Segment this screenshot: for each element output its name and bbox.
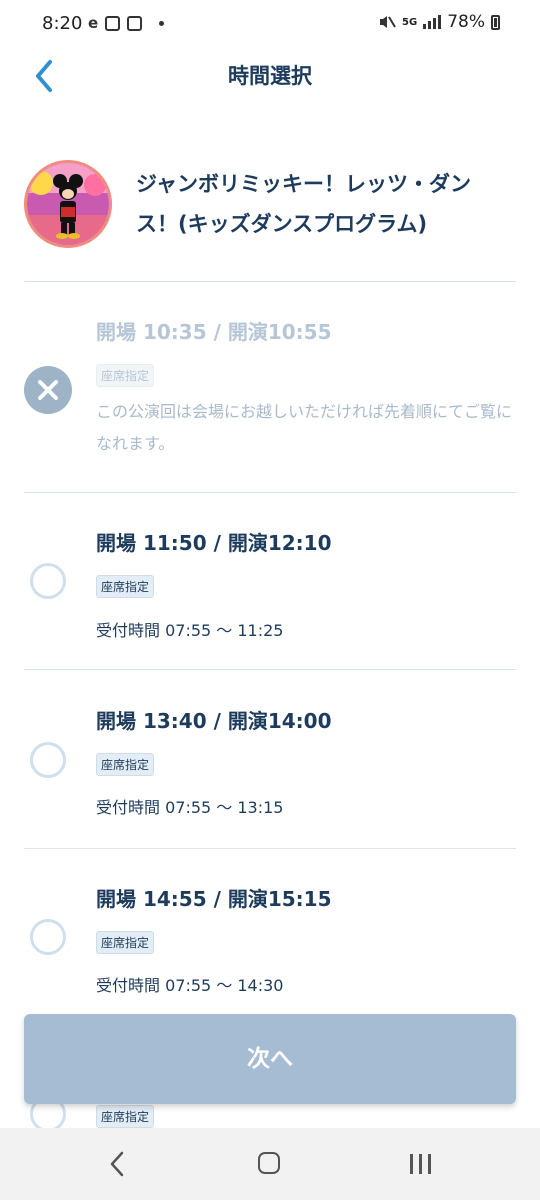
seat-reserved-badge: 座席指定 <box>96 575 155 598</box>
time-slot-option: 開場 10:35 / 開演10:55 座席指定 この公演回は会場にお越しいただけ… <box>24 282 516 492</box>
show-thumbnail <box>24 160 112 248</box>
unavailable-icon <box>24 366 72 414</box>
slot-time: 開場 14:55 / 開演15:15 <box>96 887 332 911</box>
page-title: 時間選択 <box>228 64 312 88</box>
time-slot-option[interactable]: 開場 11:50 / 開演12:10 座席指定 受付時間 07:55 ～ 11:… <box>24 493 516 669</box>
battery-icon <box>491 14 500 30</box>
notification-icons: e <box>88 14 165 32</box>
slot-note: この公演回は会場にお越しいただければ先着順にてご覧になれます。 <box>96 402 513 453</box>
time-slot-option[interactable]: 開場 14:55 / 開演15:15 座席指定 受付時間 07:55 ～ 14:… <box>24 849 516 1027</box>
system-navigation-bar <box>0 1128 540 1200</box>
reception-time: 受付時間 07:55 ～ 11:25 <box>96 621 284 640</box>
system-status: 5G 78% <box>378 12 500 32</box>
mickey-thumbnail-image <box>27 163 109 245</box>
app-icon <box>127 15 143 31</box>
time-slot-option[interactable]: 開場 13:40 / 開演14:00 座席指定 受付時間 07:55 ～ 13:… <box>24 670 516 848</box>
status-time: 8:20 <box>42 13 83 34</box>
radio-button[interactable] <box>30 563 66 599</box>
reception-time: 受付時間 07:55 ～ 14:30 <box>96 976 284 995</box>
slot-time: 開場 10:35 / 開演10:55 <box>96 320 332 344</box>
system-home-icon[interactable] <box>258 1152 280 1174</box>
system-recents-icon[interactable] <box>410 1154 431 1174</box>
reception-time: 受付時間 07:55 ～ 13:15 <box>96 798 284 817</box>
system-back-icon[interactable] <box>106 1150 128 1178</box>
more-dot-icon <box>159 20 165 26</box>
radio-button[interactable] <box>30 742 66 778</box>
show-title: ジャンボリミッキー！レッツ・ダンス！(キッズダンスプログラム) <box>136 172 471 236</box>
status-bar: 8:20 e 5G 78% <box>0 0 540 48</box>
battery-level: 78% <box>447 12 485 32</box>
show-info: ジャンボリミッキー！レッツ・ダンス！(キッズダンスプログラム) <box>24 160 516 256</box>
browser-icon: e <box>88 14 99 32</box>
app-header: 時間選択 <box>0 48 540 104</box>
slot-time: 開場 11:50 / 開演12:10 <box>96 531 332 555</box>
image-icon <box>105 15 121 31</box>
radio-button[interactable] <box>30 919 66 955</box>
seat-reserved-badge: 座席指定 <box>96 364 155 387</box>
seat-reserved-badge: 座席指定 <box>96 931 155 954</box>
seat-reserved-badge: 座席指定 <box>96 753 155 776</box>
mute-icon <box>380 16 396 28</box>
network-type: 5G <box>402 16 418 28</box>
slot-time: 開場 13:40 / 開演14:00 <box>96 709 332 733</box>
seat-reserved-badge: 座席指定 <box>96 1105 155 1128</box>
signal-icon <box>423 15 442 29</box>
next-button[interactable]: 次へ <box>24 1014 516 1104</box>
